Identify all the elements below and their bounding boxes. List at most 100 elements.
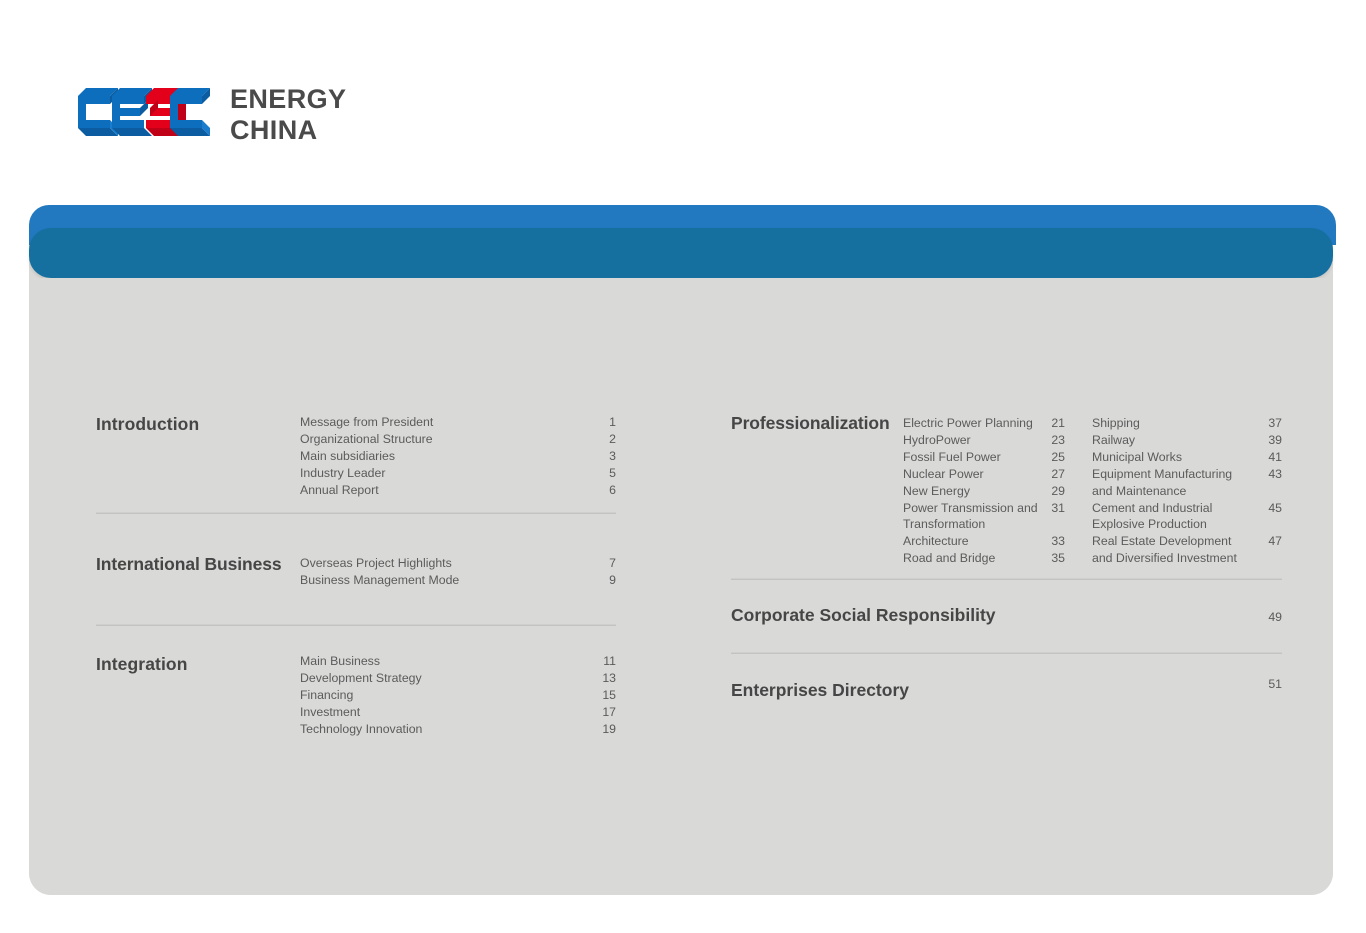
toc-section-heading: Enterprises Directory — [731, 680, 909, 700]
toc-entry-title: HydroPower — [903, 432, 971, 447]
toc-entry-page: 51 — [1268, 677, 1282, 691]
toc-section-heading: Corporate Social Responsibility — [731, 605, 996, 625]
toc-entry-page: 37 — [1268, 416, 1282, 430]
toc-entry-page: 39 — [1268, 432, 1282, 447]
toc-entry[interactable]: Architecture 33 — [903, 533, 1065, 550]
toc-entry[interactable]: Main Business 11 — [300, 653, 616, 670]
toc-entry-continuation: Explosive Production — [1092, 516, 1282, 533]
toc-entry-page: 49 — [1268, 610, 1282, 624]
toc-entry-page: 2 — [609, 431, 616, 446]
toc-entry-page: 7 — [609, 556, 616, 570]
toc-entry-list: Main Business 11 Development Strategy 13… — [300, 653, 616, 738]
toc-entry[interactable]: Cement and Industrial 45 — [1092, 500, 1282, 517]
toc-entry-title: Shipping — [1092, 416, 1140, 430]
toc-entry[interactable]: Industry Leader 5 — [300, 465, 616, 482]
toc-entry-title: New Energy — [903, 483, 970, 498]
toc-section-heading[interactable]: Professionalization — [731, 413, 890, 434]
toc-section-heading[interactable]: Introduction — [96, 414, 199, 435]
toc-entry-list-a: Electric Power Planning 21 HydroPower 23… — [903, 415, 1065, 567]
toc-entry-page: 11 — [603, 654, 616, 668]
toc-section-row[interactable]: Enterprises Directory 51 — [731, 677, 1282, 701]
toc-entry-page: 27 — [1051, 466, 1065, 481]
toc-entry[interactable]: Investment 17 — [300, 704, 616, 721]
toc-entry[interactable]: Fossil Fuel Power 25 — [903, 449, 1065, 466]
toc-entry[interactable]: Nuclear Power 27 — [903, 466, 1065, 483]
toc-entry-title: Equipment Manufacturing — [1092, 466, 1233, 481]
toc-section-introduction: Introduction Message from President 1 Or… — [96, 400, 616, 512]
toc-entry-page: 43 — [1268, 466, 1282, 481]
toc-entry-page: 5 — [609, 465, 616, 480]
toc-entry-page: 47 — [1268, 534, 1282, 549]
toc-entry-title: Annual Report — [300, 482, 379, 497]
toc-entry-page: 25 — [1051, 449, 1065, 464]
toc-entry-page: 33 — [1051, 534, 1065, 549]
toc-section-heading[interactable]: International Business — [96, 554, 282, 575]
toc-entry-list: Message from President 1 Organizational … — [300, 414, 616, 499]
toc-entry[interactable]: Main subsidiaries 3 — [300, 448, 616, 465]
toc-entry-title: Explosive Production — [1092, 517, 1207, 532]
toc-entry-page: 15 — [602, 687, 616, 702]
toc-entry[interactable]: Business Management Mode 9 — [300, 572, 616, 589]
toc-entry-page: 6 — [609, 482, 616, 497]
toc-section-enterprises-directory: Enterprises Directory 51 — [731, 654, 1282, 724]
brand-logo: ENERGY CHINA — [78, 84, 347, 147]
toc-entry[interactable]: Annual Report 6 — [300, 482, 616, 499]
toc-entry-title: Transformation — [903, 517, 986, 532]
toc-entry-title: Power Transmission and — [903, 500, 1038, 515]
toc-entry-title: Message from President — [300, 415, 434, 429]
toc-entry-title: Municipal Works — [1092, 449, 1182, 464]
toc-entry[interactable]: Development Strategy 13 — [300, 670, 616, 687]
toc-entry[interactable]: Financing 15 — [300, 687, 616, 704]
toc-entry-title: Railway — [1092, 432, 1136, 447]
toc-entry[interactable]: Message from President 1 — [300, 414, 616, 431]
toc-entry-page: 1 — [609, 415, 616, 429]
toc-entry-title: Development Strategy — [300, 670, 422, 685]
toc-entry[interactable]: Railway 39 — [1092, 432, 1282, 449]
toc-entry-title: and Maintenance — [1092, 483, 1187, 498]
toc-entry-page: 45 — [1268, 500, 1282, 515]
toc-entry-title: Architecture — [903, 534, 969, 549]
toc-entry-title: Business Management Mode — [300, 572, 460, 587]
toc-entry-page: 3 — [609, 448, 616, 463]
toc-section-integration: Integration Main Business 11 Development… — [96, 626, 616, 746]
toc-section-row[interactable]: Corporate Social Responsibility 49 — [731, 605, 1282, 626]
toc-entry-title: Overseas Project Highlights — [300, 556, 452, 570]
toc-entry[interactable]: Technology Innovation 19 — [300, 721, 616, 738]
toc-entry-page: 41 — [1268, 449, 1282, 464]
toc-entry-title: and Diversified Investment — [1092, 551, 1237, 566]
toc-entry[interactable]: Shipping 37 — [1092, 415, 1282, 432]
toc-section-corporate-social-responsibility: Corporate Social Responsibility 49 — [731, 580, 1282, 652]
toc-section-international-business: International Business Overseas Project … — [96, 514, 616, 624]
toc-entry-page: 17 — [602, 704, 616, 719]
toc-left-column: Introduction Message from President 1 Or… — [96, 400, 616, 746]
toc-entry[interactable]: New Energy 29 — [903, 483, 1065, 500]
toc-entry-page: 35 — [1051, 551, 1065, 566]
toc-entry[interactable]: HydroPower 23 — [903, 432, 1065, 449]
toc-entry[interactable]: Real Estate Development 47 — [1092, 533, 1282, 550]
toc-entry-title: Technology Innovation — [300, 721, 423, 736]
toc-entry-title: Main Business — [300, 654, 380, 668]
toc-entry[interactable]: Overseas Project Highlights 7 — [300, 555, 616, 572]
toc-entry[interactable]: Municipal Works 41 — [1092, 449, 1282, 466]
header-bar-bottom — [29, 228, 1333, 278]
toc-entry-page: 19 — [602, 721, 616, 736]
toc-entry-continuation: and Maintenance — [1092, 483, 1282, 500]
toc-entry[interactable]: Organizational Structure 2 — [300, 431, 616, 448]
toc-entry-page: 21 — [1051, 416, 1065, 430]
toc-entry-title: Main subsidiaries — [300, 448, 396, 463]
toc-professionalization-columns: Electric Power Planning 21 HydroPower 23… — [903, 415, 1282, 567]
toc-entry-page: 13 — [602, 670, 616, 685]
toc-entry[interactable]: Equipment Manufacturing 43 — [1092, 466, 1282, 483]
toc-entry[interactable]: Electric Power Planning 21 — [903, 415, 1065, 432]
toc-right-column: Professionalization Electric Power Plann… — [731, 400, 1282, 724]
toc-section-heading[interactable]: Integration — [96, 654, 188, 675]
toc-entry-page: 31 — [1051, 500, 1065, 515]
toc-entry-title: Fossil Fuel Power — [903, 449, 1001, 464]
wordmark-line-1: ENERGY — [230, 84, 347, 114]
toc-entry[interactable]: Power Transmission and 31 — [903, 500, 1065, 517]
toc-entry[interactable]: Road and Bridge 35 — [903, 550, 1065, 567]
toc-entry-list: Overseas Project Highlights 7 Business M… — [300, 555, 616, 589]
toc-entry-title: Road and Bridge — [903, 551, 996, 566]
toc-entry-title: Industry Leader — [300, 465, 386, 480]
toc-entry-page: 29 — [1051, 483, 1065, 498]
